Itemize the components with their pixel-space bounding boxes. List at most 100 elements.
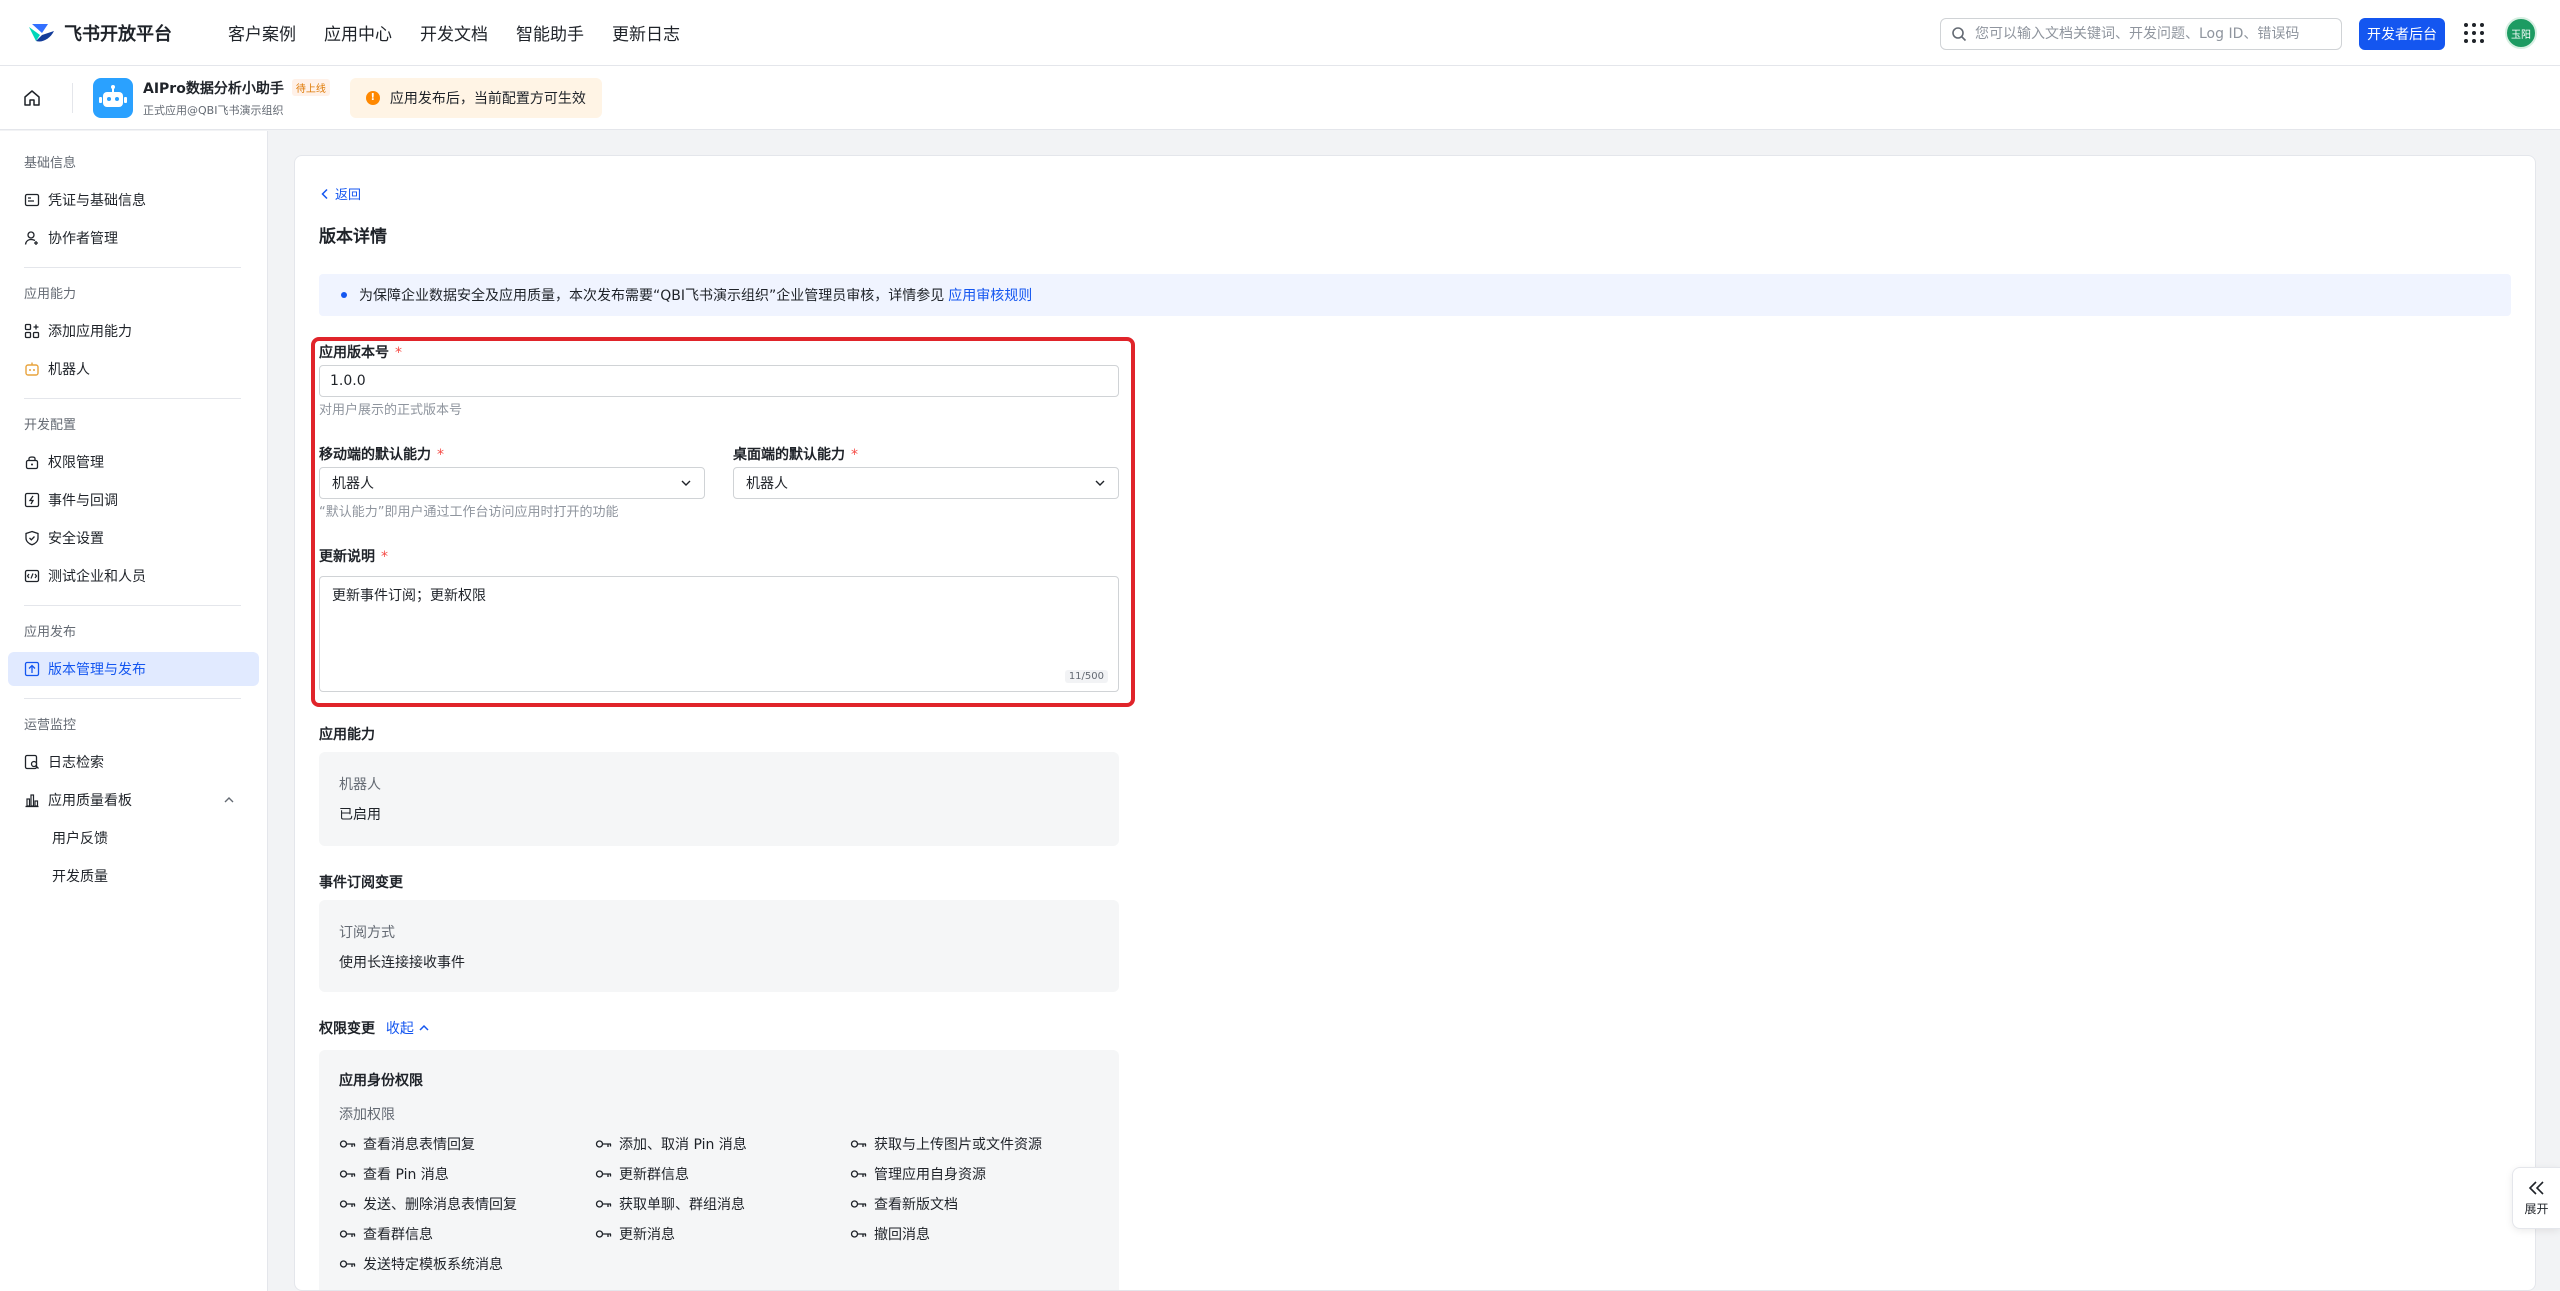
feishu-logo-icon (29, 23, 54, 42)
capability-status: 已启用 (339, 807, 381, 823)
nav-link-app-center[interactable]: 应用中心 (324, 20, 392, 45)
warning-icon: ! (365, 90, 380, 105)
sidebar-group-basic: 基础信息 (24, 156, 77, 171)
banner-text: 为保障企业数据安全及应用质量，本次发布需要“QBI飞书演示组织”企业管理员审核，… (359, 288, 945, 304)
sidebar-divider (24, 698, 241, 699)
search-box[interactable] (1940, 18, 2342, 50)
avatar[interactable]: 玉阳 (2505, 17, 2537, 49)
back-label: 返回 (335, 188, 362, 203)
user-icon (24, 231, 38, 245)
permission-item: 查看消息表情回复 (339, 1134, 475, 1154)
permission-box: 应用身份权限 添加权限 查看消息表情回复 添加、取消 Pin 消息 获取与上传图片或… (319, 1050, 1119, 1290)
chevron-up-icon[interactable] (223, 795, 235, 805)
nav-link-cases[interactable]: 客户案例 (228, 20, 296, 45)
top-nav: 飞书开放平台 客户案例 应用中心 开发文档 智能助手 更新日志 开发者后台 玉阳 (0, 0, 2560, 66)
permission-item: 查看 Pin 消息 (339, 1164, 449, 1184)
brand[interactable]: 飞书开放平台 (26, 20, 172, 46)
upload-icon (24, 661, 40, 677)
home-icon[interactable] (22, 88, 42, 108)
log-search-icon (24, 754, 39, 770)
permission-label: 发送特定模板系统消息 (363, 1257, 503, 1273)
sidebar-item-quality-board[interactable]: 应用质量看板 (8, 783, 259, 817)
permission-item: 获取与上传图片或文件资源 (850, 1134, 1042, 1154)
collapse-toggle[interactable]: 收起 (386, 1018, 430, 1038)
permission-label: 获取单聊、群组消息 (619, 1197, 745, 1213)
shield-icon (25, 530, 39, 546)
search-input[interactable] (1975, 26, 2331, 42)
key-icon (339, 1200, 356, 1208)
sidebar-item-label: 机器人 (48, 362, 90, 378)
update-notes-field: 更新事件订阅；更新权限 11/500 (319, 576, 1119, 692)
nav-link-changelog[interactable]: 更新日志 (612, 20, 680, 45)
developer-console-button[interactable]: 开发者后台 (2359, 18, 2445, 50)
sidebar-item-credentials[interactable]: 凭证与基础信息 (8, 183, 259, 217)
mobile-default-label: 移动端的默认能力 * (319, 447, 444, 463)
expand-panel-button[interactable]: 展开 (2512, 1167, 2560, 1229)
event-section-title: 事件订阅变更 (319, 875, 403, 891)
permission-label: 更新群信息 (619, 1167, 689, 1183)
capability-name: 机器人 (339, 777, 381, 793)
desktop-default-select[interactable]: 机器人 (733, 467, 1119, 499)
sidebar-item-add-capability[interactable]: 添加应用能力 (8, 314, 259, 348)
sidebar-item-permissions[interactable]: 权限管理 (8, 445, 259, 479)
permission-item: 添加、取消 Pin 消息 (595, 1134, 747, 1154)
sidebar-item-robot[interactable]: 机器人 (8, 352, 259, 386)
app-header: AIPro数据分析小助手 待上线 正式应用@QBI飞书演示组织 ! 应用发布后，… (0, 66, 2560, 130)
event-mode-label: 订阅方式 (339, 925, 395, 941)
sidebar-group-dev-config: 开发配置 (24, 418, 77, 433)
permission-item: 查看群信息 (339, 1224, 433, 1244)
review-info-banner: 为保障企业数据安全及应用质量，本次发布需要“QBI飞书演示组织”企业管理员审核，… (319, 274, 2511, 316)
apps-grid-icon[interactable] (2464, 23, 2484, 43)
select-value: 机器人 (332, 476, 374, 492)
sidebar-item-label: 协作者管理 (48, 231, 118, 247)
desktop-default-label: 桌面端的默认能力 * (733, 447, 858, 463)
permission-item: 管理应用自身资源 (850, 1164, 986, 1184)
sidebar-item-log-search[interactable]: 日志检索 (8, 745, 259, 779)
permission-label: 更新消息 (619, 1227, 675, 1243)
key-icon (850, 1140, 867, 1148)
sidebar-item-label: 应用质量看板 (48, 793, 132, 809)
version-input[interactable] (319, 365, 1119, 397)
robot-icon (25, 362, 39, 376)
sidebar-item-collaborators[interactable]: 协作者管理 (8, 221, 259, 255)
sidebar-item-events[interactable]: 事件与回调 (8, 483, 259, 517)
sidebar-item-label: 用户反馈 (52, 831, 108, 847)
sidebar-item-security[interactable]: 安全设置 (8, 521, 259, 555)
permission-item: 查看新版文档 (850, 1194, 958, 1214)
chevron-down-icon (1095, 480, 1105, 486)
key-icon (339, 1230, 356, 1238)
bar-chart-icon (25, 794, 39, 808)
sidebar-item-label: 安全设置 (48, 531, 104, 547)
permission-label: 管理应用自身资源 (874, 1167, 986, 1183)
permission-label: 发送、删除消息表情回复 (363, 1197, 517, 1213)
page-title: 版本详情 (319, 227, 387, 247)
permission-sub-title: 添加权限 (339, 1107, 395, 1123)
sidebar-item-label: 权限管理 (48, 455, 104, 471)
sidebar-item-label: 开发质量 (52, 869, 108, 885)
default-capability-hint: “默认能力”即用户通过工作台访问应用时打开的功能 (319, 505, 619, 520)
sidebar-item-version-release[interactable]: 版本管理与发布 (8, 652, 259, 686)
brand-name: 飞书开放平台 (64, 23, 172, 45)
nav-link-assistant[interactable]: 智能助手 (516, 20, 584, 45)
status-badge: 待上线 (291, 79, 330, 96)
key-icon (595, 1200, 612, 1208)
sidebar-item-test-users[interactable]: 测试企业和人员 (8, 559, 259, 593)
event-box: 订阅方式 使用长连接接收事件 (319, 900, 1119, 992)
update-notes-textarea[interactable]: 更新事件订阅；更新权限 (320, 577, 1118, 691)
sidebar-item-label: 版本管理与发布 (48, 662, 146, 678)
sidebar-item-user-feedback[interactable]: 用户反馈 (8, 821, 259, 855)
permission-item: 更新群信息 (595, 1164, 689, 1184)
sidebar-divider (24, 398, 241, 399)
app-robot-icon (93, 77, 133, 118)
sidebar-item-label: 测试企业和人员 (48, 569, 146, 585)
permission-label: 获取与上传图片或文件资源 (874, 1137, 1042, 1153)
sidebar-item-dev-quality[interactable]: 开发质量 (8, 859, 259, 893)
chevron-left-icon (321, 188, 328, 199)
mobile-default-select[interactable]: 机器人 (319, 467, 705, 499)
sidebar-divider (24, 267, 241, 268)
review-rules-link[interactable]: 应用审核规则 (948, 285, 1032, 305)
back-link[interactable]: 返回 (321, 184, 361, 203)
app-subtitle: 正式应用@QBI飞书演示组织 (143, 103, 284, 117)
permission-label: 添加、取消 Pin 消息 (619, 1137, 747, 1153)
nav-link-docs[interactable]: 开发文档 (420, 20, 488, 45)
